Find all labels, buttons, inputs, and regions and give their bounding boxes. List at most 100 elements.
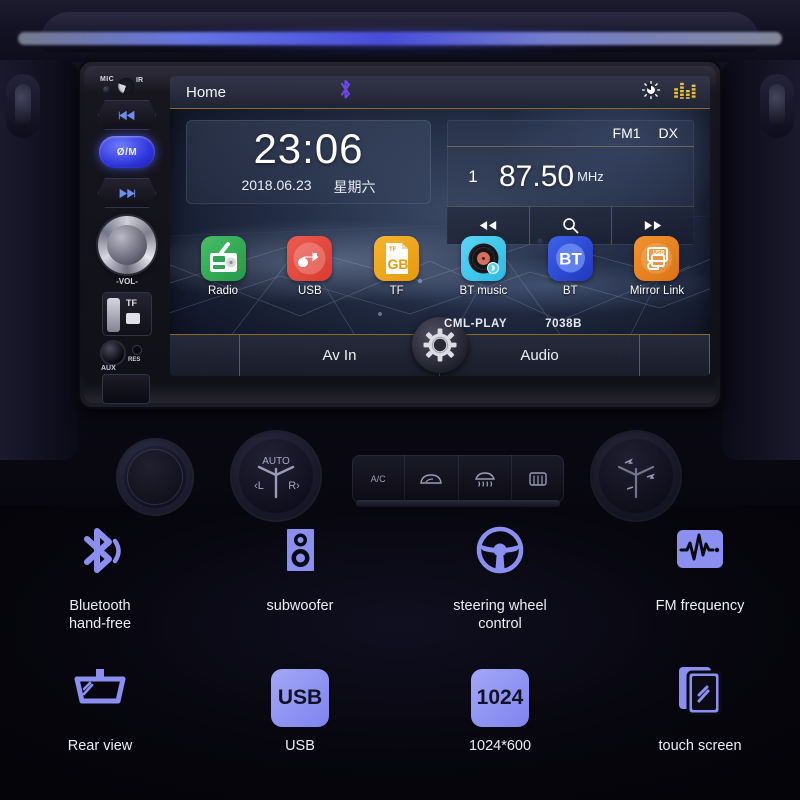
- air-recirculation-icon: [420, 474, 443, 484]
- volume-knob[interactable]: [98, 216, 156, 274]
- reset-button[interactable]: [133, 346, 141, 354]
- air-vent-left: [6, 74, 40, 138]
- feature-touch-screen: touch screen: [600, 655, 800, 755]
- front-defrost-button[interactable]: [459, 455, 512, 503]
- fm-waveform-icon: [667, 515, 733, 587]
- air-recirculation-button[interactable]: [405, 455, 459, 503]
- mic-ir-row: MIC IR: [98, 76, 158, 96]
- feature-label: Rear view: [67, 738, 133, 755]
- physical-control-column: MIC IR Ø/M -VOL- TF AUX RES: [94, 74, 158, 404]
- tab-av-in[interactable]: Av In: [240, 335, 440, 376]
- head-unit-face: MIC IR Ø/M -VOL- TF AUX RES Home 23:06 2…: [84, 66, 716, 404]
- svg-text:USB: USB: [653, 250, 665, 256]
- app-bt-music[interactable]: BT music: [444, 236, 522, 297]
- bottom-tab-bar: Av In Audio: [170, 317, 710, 376]
- rear-defrost-icon: [529, 472, 547, 486]
- tab-spacer-left: [170, 335, 240, 376]
- feature-steering-wheel-control: steering wheel control: [400, 515, 600, 633]
- rewind-icon: [479, 220, 497, 231]
- radio-mode-dx[interactable]: DX: [659, 125, 678, 141]
- climate-panel-base: [356, 500, 560, 507]
- feature-bluetooth-handsfree: Bluetooth hand-free: [0, 515, 200, 633]
- volume-label: -VOL-: [116, 277, 138, 286]
- svg-text:GB: GB: [388, 256, 409, 272]
- app-bt[interactable]: BT BT: [531, 236, 609, 297]
- svg-text:‹L: ‹L: [254, 480, 264, 492]
- power-mode-label: Ø/M: [116, 146, 138, 158]
- feature-label: touch screen: [658, 738, 742, 755]
- rewind-icon: [118, 110, 135, 120]
- feature-label: FM frequency: [655, 598, 745, 614]
- brightness-icon[interactable]: [641, 80, 661, 104]
- app-mirror-link[interactable]: USB Mirror Link: [618, 236, 696, 297]
- ir-sensor-icon: [118, 78, 134, 94]
- air-vent-right: [760, 74, 794, 138]
- climate-knob-face: AUTO ‹L R›: [232, 432, 320, 520]
- app-label: BT music: [459, 285, 508, 297]
- usb-badge-icon: USB: [271, 655, 329, 728]
- tf-card-icon: TF GB: [374, 236, 420, 281]
- steering-wheel-icon: [467, 515, 533, 587]
- status-bluetooth-icon[interactable]: [338, 79, 353, 105]
- status-right-icons: [641, 80, 696, 104]
- reset-label: RES: [128, 357, 141, 363]
- app-label: USB: [297, 285, 322, 297]
- brand-name: CML-PLAY: [443, 318, 508, 330]
- resolution-icon: 1024: [471, 655, 529, 728]
- app-label: TF: [389, 285, 404, 297]
- head-unit: MIC IR Ø/M -VOL- TF AUX RES Home 23:06 2…: [80, 62, 720, 407]
- auto-label: AUTO: [262, 456, 290, 467]
- tab-audio[interactable]: Audio: [440, 335, 640, 376]
- feature-label: Bluetooth hand-free: [68, 598, 132, 633]
- clock-widget[interactable]: 23:06 2018.06.23 星期六: [186, 120, 431, 204]
- aux-jack[interactable]: [102, 342, 124, 364]
- app-tf[interactable]: TF GB TF: [358, 236, 436, 297]
- climate-auto-knob[interactable]: AUTO ‹L R›: [232, 432, 320, 520]
- app-radio[interactable]: Radio: [184, 236, 262, 297]
- feature-list: Bluetooth hand-free subwoofer steering w…: [0, 515, 800, 755]
- tab-spacer-right: [640, 335, 710, 376]
- tf-slot-label: TF: [126, 298, 137, 308]
- ir-label: IR: [136, 77, 143, 84]
- clock-date: 2018.06.23: [241, 176, 312, 193]
- climate-button-panel: A/C: [352, 455, 564, 503]
- radio-band[interactable]: FM1: [613, 125, 641, 141]
- resolution-badge: 1024: [471, 669, 529, 728]
- svg-text:BT: BT: [559, 250, 582, 269]
- next-track-button[interactable]: [98, 178, 156, 208]
- feature-fm-frequency: FM frequency: [600, 515, 800, 633]
- equalizer-icon[interactable]: [674, 81, 696, 104]
- feature-label: steering wheel control: [453, 598, 547, 633]
- bt-music-icon: [460, 236, 506, 281]
- feature-label: subwoofer: [266, 598, 334, 614]
- status-bar: Home: [170, 76, 710, 109]
- radio-widget[interactable]: FM1 DX 1 87.50 MHz: [447, 120, 694, 245]
- app-grid: Radio USB TF GB TF BT music BT BT USB Mi…: [184, 236, 696, 297]
- fast-forward-icon: [119, 188, 136, 198]
- rear-defrost-button[interactable]: [512, 455, 564, 503]
- radio-frequency: 87.50: [499, 159, 575, 193]
- fan-direction-face: [592, 432, 680, 520]
- feature-usb: USB USB: [200, 655, 400, 755]
- clock-time: 23:06: [253, 124, 364, 172]
- app-usb[interactable]: USB: [271, 236, 349, 297]
- power-mode-button[interactable]: Ø/M: [99, 136, 155, 168]
- feature-row-1: Bluetooth hand-free subwoofer steering w…: [0, 515, 800, 633]
- feature-subwoofer: subwoofer: [200, 515, 400, 633]
- svg-text:R›: R›: [288, 480, 300, 492]
- ac-button[interactable]: A/C: [352, 455, 406, 503]
- mirror-link-icon: USB: [634, 236, 680, 281]
- search-icon: [563, 218, 579, 234]
- fan-direction-knob[interactable]: [592, 432, 680, 520]
- app-label: Mirror Link: [629, 285, 685, 297]
- prev-track-button[interactable]: [98, 100, 156, 130]
- fast-forward-icon: [644, 220, 662, 231]
- usb-port[interactable]: [102, 374, 150, 404]
- usb-icon: [287, 236, 333, 281]
- rear-view-mirror-icon: [67, 655, 133, 727]
- app-label: Radio: [207, 285, 239, 297]
- front-defrost-icon: [474, 472, 495, 487]
- clock-weekday: 星期六: [333, 178, 376, 195]
- touch-screen-icon: [667, 655, 733, 727]
- play-pause-knob[interactable]: [118, 440, 192, 514]
